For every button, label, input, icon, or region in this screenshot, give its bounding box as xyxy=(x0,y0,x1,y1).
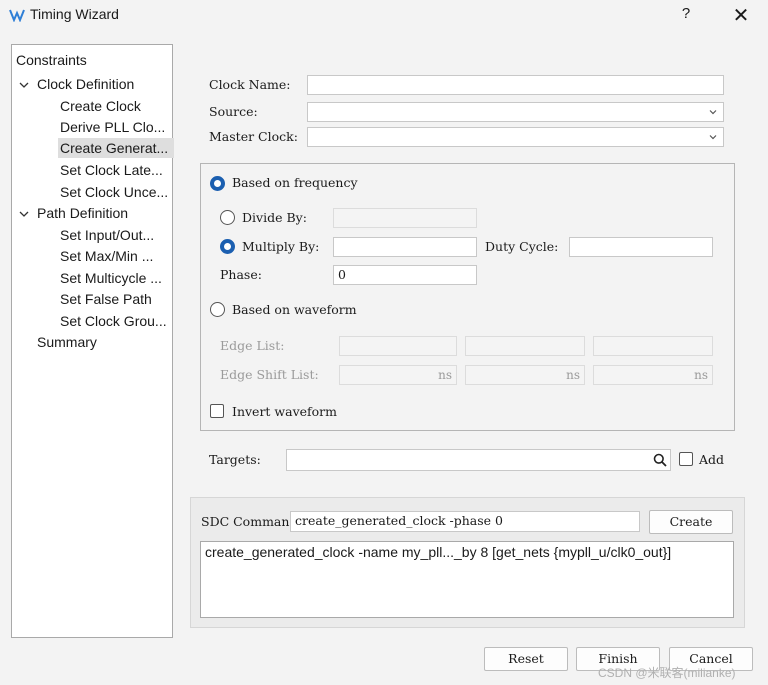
watermark: CSDN @米联客(milianke) xyxy=(598,666,736,680)
based-on-frequency-label: Based on frequency xyxy=(232,175,358,190)
tree-item-create-generated-clock[interactable]: Create Generat... xyxy=(58,138,174,158)
tree-item-summary[interactable]: Summary xyxy=(37,332,97,352)
tree-item-derive-pll-clock[interactable]: Derive PLL Clo... xyxy=(60,117,165,137)
create-button[interactable]: Create xyxy=(649,510,733,534)
constraints-tree[interactable]: Constraints Clock Definition Create Cloc… xyxy=(11,44,174,638)
multiply-by-label: Multiply By: xyxy=(242,239,320,254)
source-select[interactable] xyxy=(307,102,724,122)
tree-item-set-clock-groups[interactable]: Set Clock Grou... xyxy=(60,311,167,331)
tree-item-set-max-min-delay[interactable]: Set Max/Min ... xyxy=(60,246,153,266)
clock-name-label: Clock Name: xyxy=(209,77,291,92)
edge-list-input-1[interactable] xyxy=(339,336,457,356)
add-label: Add xyxy=(699,452,725,467)
divide-by-radio[interactable] xyxy=(220,210,235,225)
tree-item-set-clock-latency[interactable]: Set Clock Late... xyxy=(60,160,163,180)
chevron-down-icon[interactable] xyxy=(18,208,30,220)
phase-label: Phase: xyxy=(220,267,262,282)
tree-group-clock-definition[interactable]: Clock Definition xyxy=(37,74,134,94)
tree-item-set-multicycle-path[interactable]: Set Multicycle ... xyxy=(60,268,162,288)
ns-unit: ns xyxy=(566,368,580,382)
tree-item-create-clock[interactable]: Create Clock xyxy=(60,96,141,116)
sdc-command-input[interactable]: create_generated_clock -phase 0 xyxy=(290,511,640,532)
edge-shift-input-3[interactable]: ns xyxy=(593,365,713,385)
chevron-down-icon[interactable] xyxy=(18,79,30,91)
search-icon[interactable] xyxy=(653,453,667,467)
phase-input[interactable]: 0 xyxy=(333,265,477,285)
edge-list-input-2[interactable] xyxy=(465,336,585,356)
based-on-waveform-label: Based on waveform xyxy=(232,302,357,317)
tree-group-path-definition[interactable]: Path Definition xyxy=(37,203,128,223)
master-clock-label: Master Clock: xyxy=(209,129,298,144)
based-on-waveform-radio[interactable] xyxy=(210,302,225,317)
sdc-command-label: SDC Command: xyxy=(201,514,302,529)
chevron-down-icon[interactable] xyxy=(708,107,718,117)
clock-name-input[interactable] xyxy=(307,75,724,95)
duty-cycle-label: Duty Cycle: xyxy=(485,239,559,254)
clock-settings-group xyxy=(200,163,735,431)
reset-button[interactable]: Reset xyxy=(484,647,568,671)
divide-by-input[interactable] xyxy=(333,208,477,228)
edge-shift-input-2[interactable]: ns xyxy=(465,365,585,385)
window-title: Timing Wizard xyxy=(30,6,119,22)
divide-by-label: Divide By: xyxy=(242,210,307,225)
targets-input[interactable] xyxy=(286,449,671,471)
master-clock-select[interactable] xyxy=(307,127,724,147)
add-checkbox[interactable] xyxy=(679,452,693,466)
multiply-by-radio[interactable] xyxy=(220,239,235,254)
tree-root-constraints[interactable]: Constraints xyxy=(16,50,87,70)
edge-shift-input-1[interactable]: ns xyxy=(339,365,457,385)
multiply-by-input[interactable] xyxy=(333,237,477,257)
timing-wizard-app-icon xyxy=(9,9,25,22)
edge-list-label: Edge List: xyxy=(220,338,285,353)
targets-label: Targets: xyxy=(209,452,261,467)
based-on-frequency-radio[interactable] xyxy=(210,176,225,191)
duty-cycle-input[interactable] xyxy=(569,237,713,257)
tree-item-set-input-output-delay[interactable]: Set Input/Out... xyxy=(60,225,154,245)
title-bar: Timing Wizard ? ✕ xyxy=(0,0,768,32)
chevron-down-icon[interactable] xyxy=(708,132,718,142)
source-label: Source: xyxy=(209,104,258,119)
close-button[interactable]: ✕ xyxy=(730,3,752,28)
sdc-command-preview[interactable]: create_generated_clock -name my_pll..._b… xyxy=(200,541,734,618)
invert-waveform-checkbox[interactable] xyxy=(210,404,224,418)
ns-unit: ns xyxy=(694,368,708,382)
tree-item-set-false-path[interactable]: Set False Path xyxy=(60,289,152,309)
ns-unit: ns xyxy=(438,368,452,382)
tree-item-set-clock-uncertainty[interactable]: Set Clock Unce... xyxy=(60,182,168,202)
edge-list-input-3[interactable] xyxy=(593,336,713,356)
help-button[interactable]: ? xyxy=(676,5,696,22)
invert-waveform-label: Invert waveform xyxy=(232,404,338,419)
edge-shift-list-label: Edge Shift List: xyxy=(220,367,319,382)
